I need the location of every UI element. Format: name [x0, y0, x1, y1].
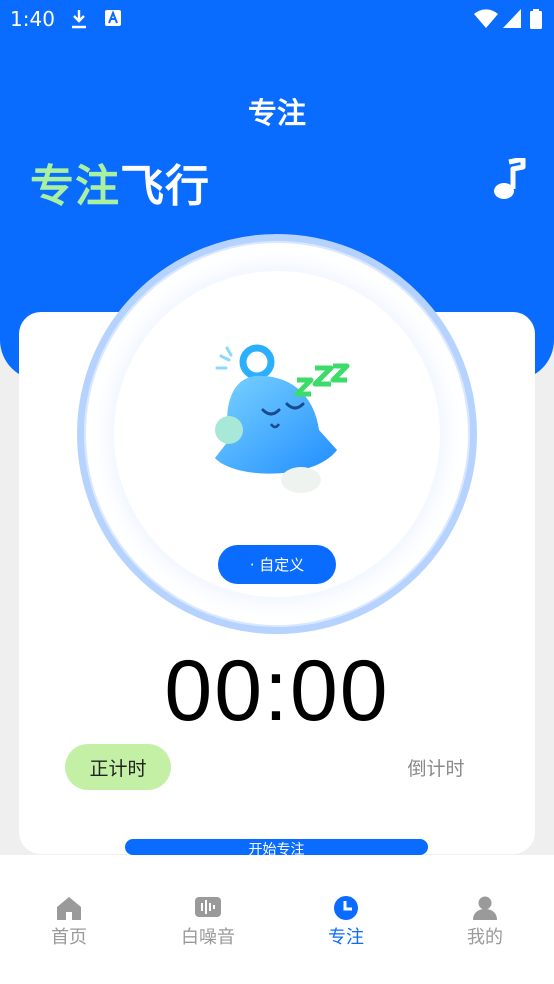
tab-mine[interactable]: 我的 — [440, 895, 530, 949]
tab-home-label: 首页 — [51, 927, 87, 948]
battery-icon — [530, 9, 542, 29]
start-focus-button[interactable]: 开始专注 — [125, 839, 428, 855]
tab-home[interactable]: 首页 — [24, 895, 114, 949]
tab-white-noise-label: 白噪音 — [181, 927, 235, 948]
signal-icon — [503, 9, 521, 28]
tab-white-noise[interactable]: 白噪音 — [163, 895, 253, 949]
count-down-toggle[interactable]: 倒计时 — [396, 754, 476, 781]
tab-focus[interactable]: 专注 — [301, 895, 391, 949]
brand-part-white: 飞行 — [120, 161, 210, 212]
count-up-toggle[interactable]: 正计时 — [65, 744, 171, 790]
custom-duration-button[interactable]: · 自定义 — [218, 545, 336, 584]
music-note-icon[interactable] — [489, 158, 527, 200]
wifi-icon — [474, 9, 498, 28]
home-icon — [57, 897, 81, 920]
keyboard-a-icon — [105, 10, 121, 26]
bottom-tab-bar: 首页 白噪音 专注 我的 — [0, 855, 554, 984]
brand-part-green: 专注 — [30, 161, 120, 212]
tab-focus-label: 专注 — [328, 927, 364, 948]
white-noise-icon — [195, 897, 221, 917]
download-icon — [72, 10, 86, 29]
clock-icon — [334, 896, 358, 920]
status-bar: 1:40 — [0, 0, 554, 36]
status-time: 1:40 — [10, 7, 55, 31]
sleepy-bell-icon — [215, 344, 350, 493]
timer-display: 00:00 — [164, 643, 390, 739]
user-icon — [473, 896, 497, 920]
brand-title: 专注飞行 — [30, 150, 210, 214]
page-title: 专注 — [247, 96, 306, 130]
tab-mine-label: 我的 — [467, 927, 503, 948]
